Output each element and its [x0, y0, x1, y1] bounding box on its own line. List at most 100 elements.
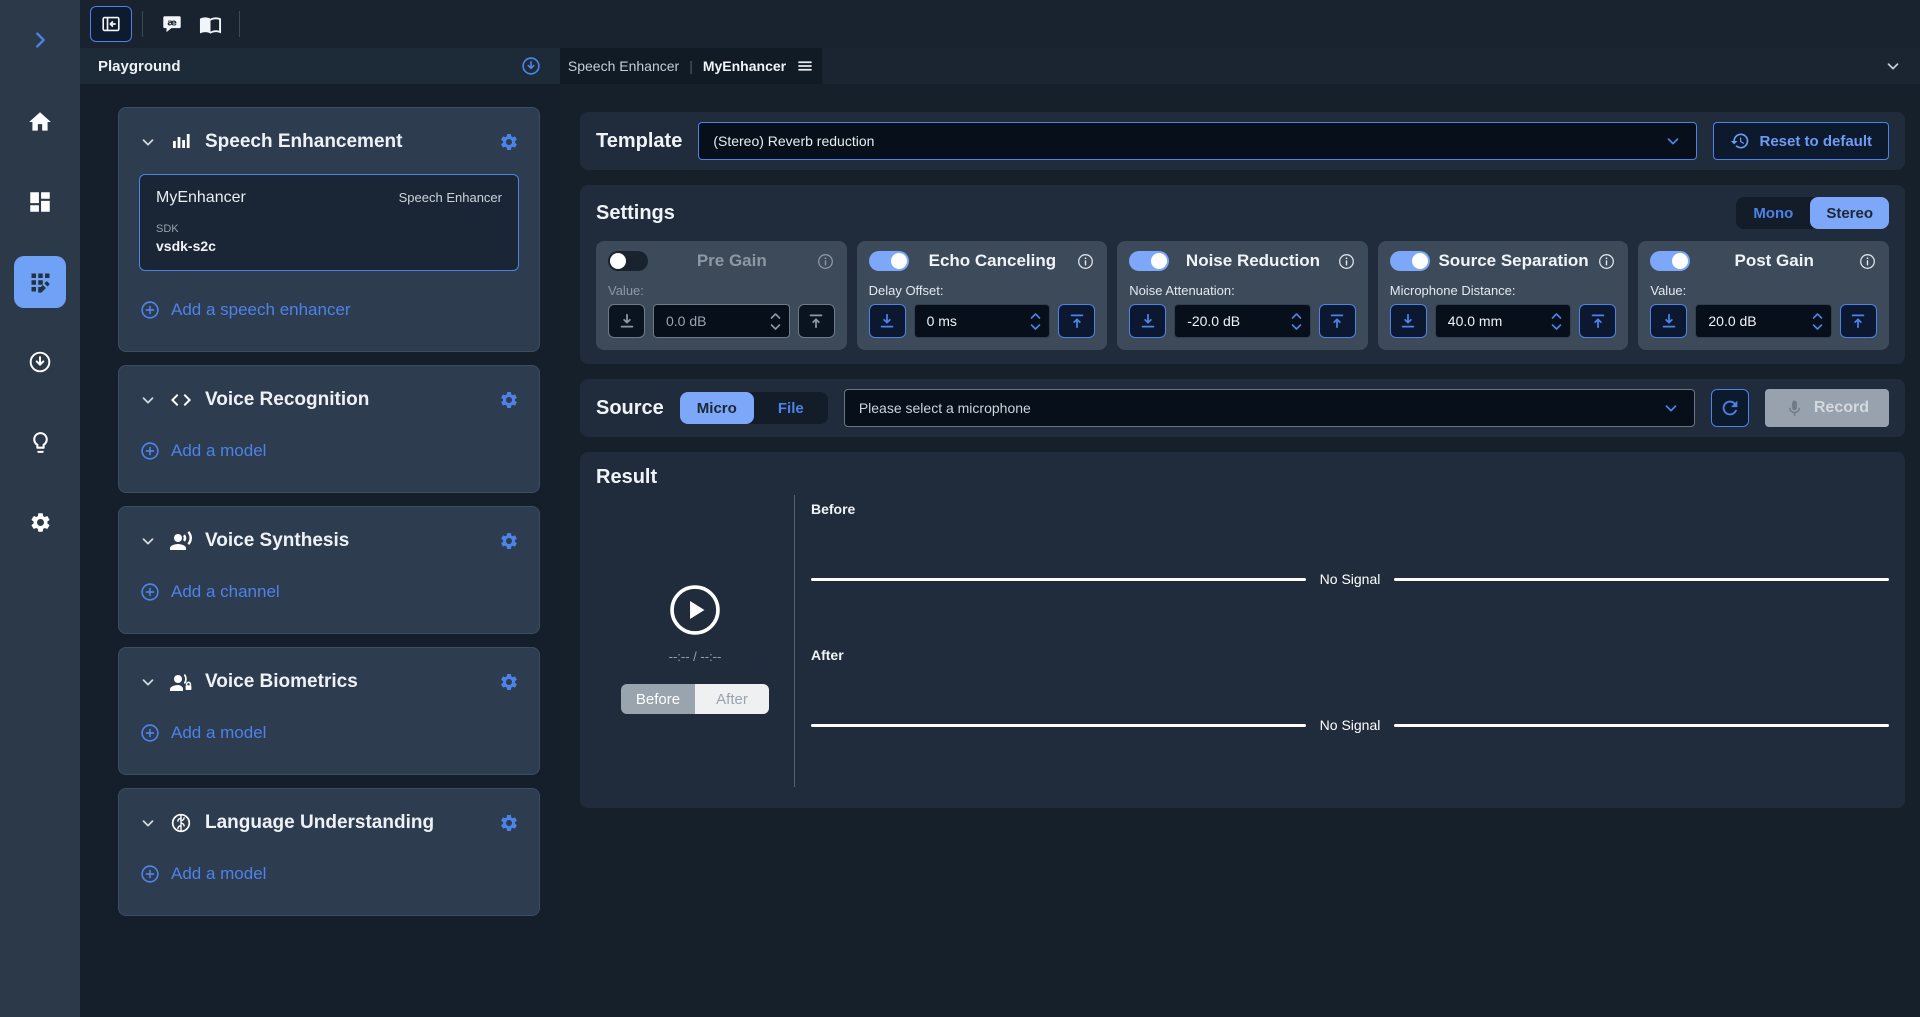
playback-time: --:-- / --:--	[669, 649, 722, 664]
record-button[interactable]: Record	[1765, 389, 1889, 427]
source-heading: Source	[596, 397, 664, 420]
load-value-button[interactable]	[608, 304, 645, 338]
collapse-section-icon[interactable]	[139, 673, 157, 691]
add-model-link[interactable]: Add a model	[139, 440, 519, 462]
value-input[interactable]: -20.0 dB	[1174, 304, 1311, 338]
load-value-button[interactable]	[1129, 304, 1166, 338]
rail-item-playground[interactable]	[0, 242, 80, 322]
value-input[interactable]: 0.0 dB	[653, 304, 790, 338]
echo-canceling-toggle[interactable]	[869, 251, 909, 271]
value-input[interactable]: 0 ms	[914, 304, 1051, 338]
toggle-knob	[891, 253, 907, 269]
increment-icon[interactable]	[1811, 311, 1824, 320]
info-icon[interactable]	[816, 252, 835, 271]
model-card-myenhancer[interactable]: MyEnhancer Speech Enhancer SDK vsdk-s2c	[139, 174, 519, 271]
collapse-panel-button[interactable]	[1884, 57, 1902, 75]
add-speech-enhancer-link[interactable]: Add a speech enhancer	[139, 299, 519, 321]
phonetics-button[interactable]	[153, 7, 191, 41]
collapse-section-icon[interactable]	[139, 814, 157, 832]
decrement-icon[interactable]	[1811, 323, 1824, 332]
upload-icon	[1588, 311, 1608, 331]
upload-icon	[806, 311, 826, 331]
rail-item-ideas[interactable]	[0, 402, 80, 482]
microphone-select[interactable]: Please select a microphone	[844, 389, 1695, 427]
tab-myenhancer[interactable]: Speech Enhancer | MyEnhancer	[560, 48, 822, 84]
gear-icon[interactable]	[499, 813, 519, 833]
save-value-button[interactable]	[798, 304, 835, 338]
file-button[interactable]: File	[754, 392, 828, 424]
collapse-section-icon[interactable]	[139, 391, 157, 409]
micro-button[interactable]: Micro	[680, 392, 754, 424]
save-value-button[interactable]	[1840, 304, 1877, 338]
section-title: Voice Biometrics	[205, 671, 487, 693]
after-button[interactable]: After	[695, 684, 769, 714]
gear-icon[interactable]	[499, 672, 519, 692]
decrement-icon[interactable]	[769, 323, 782, 332]
add-model-link[interactable]: Add a model	[139, 863, 519, 885]
rail-item-home[interactable]	[0, 82, 80, 162]
expand-rail-button[interactable]	[29, 22, 51, 58]
export-button[interactable]	[520, 55, 542, 77]
info-icon[interactable]	[1597, 252, 1616, 271]
increment-icon[interactable]	[769, 311, 782, 320]
info-icon[interactable]	[1076, 252, 1095, 271]
info-icon[interactable]	[1337, 252, 1356, 271]
source-separation-toggle[interactable]	[1390, 251, 1430, 271]
setting-title: Noise Reduction	[1169, 251, 1337, 271]
save-value-button[interactable]	[1319, 304, 1356, 338]
load-value-button[interactable]	[1650, 304, 1687, 338]
post-gain-toggle[interactable]	[1650, 251, 1690, 271]
increment-icon[interactable]	[1290, 311, 1303, 320]
hamburger-icon[interactable]	[796, 57, 814, 75]
play-button[interactable]	[668, 583, 722, 637]
gear-icon[interactable]	[499, 132, 519, 152]
decrement-icon[interactable]	[1290, 323, 1303, 332]
noise-reduction-toggle[interactable]	[1129, 251, 1169, 271]
value-input[interactable]: 40.0 mm	[1435, 304, 1572, 338]
refresh-devices-button[interactable]	[1711, 389, 1749, 427]
rail-item-downloads[interactable]	[0, 322, 80, 402]
compare-segmented: Before After	[621, 684, 769, 714]
toggle-sidebar-button[interactable]	[90, 6, 132, 42]
settings-panel: Settings Mono Stereo Pre Gain	[580, 185, 1905, 364]
increment-icon[interactable]	[1550, 311, 1563, 320]
reset-to-default-button[interactable]: Reset to default	[1713, 122, 1889, 160]
pre-gain-toggle[interactable]	[608, 251, 648, 271]
add-link-label: Add a model	[171, 441, 266, 461]
template-selected-value: (Stereo) Reverb reduction	[713, 133, 874, 149]
documentation-button[interactable]	[191, 7, 229, 41]
load-value-button[interactable]	[1390, 304, 1427, 338]
settings-cards: Pre Gain Value: 0.0 dB	[596, 241, 1889, 350]
save-value-button[interactable]	[1058, 304, 1095, 338]
collapse-section-icon[interactable]	[139, 133, 157, 151]
record-label: Record	[1814, 399, 1869, 417]
add-model-link[interactable]: Add a model	[139, 722, 519, 744]
toggle-knob	[610, 253, 626, 269]
download-icon	[1398, 311, 1418, 331]
decrement-icon[interactable]	[1550, 323, 1563, 332]
circle-download-icon	[520, 55, 542, 77]
add-channel-link[interactable]: Add a channel	[139, 581, 519, 603]
plus-circle-icon	[139, 440, 161, 462]
mono-button[interactable]: Mono	[1736, 197, 1810, 229]
plus-circle-icon	[139, 863, 161, 885]
load-value-button[interactable]	[869, 304, 906, 338]
increment-icon[interactable]	[1029, 311, 1042, 320]
section-voice-synthesis: Voice Synthesis Add a channel	[118, 506, 540, 634]
download-icon	[1659, 311, 1679, 331]
value-input[interactable]: 20.0 dB	[1695, 304, 1832, 338]
before-button[interactable]: Before	[621, 684, 695, 714]
decrement-icon[interactable]	[1029, 323, 1042, 332]
gear-icon[interactable]	[499, 390, 519, 410]
stereo-button[interactable]: Stereo	[1810, 197, 1889, 229]
collapse-section-icon[interactable]	[139, 532, 157, 550]
no-signal-text: No Signal	[1320, 717, 1381, 733]
template-select[interactable]: (Stereo) Reverb reduction	[698, 122, 1697, 160]
gear-icon[interactable]	[499, 531, 519, 551]
save-value-button[interactable]	[1579, 304, 1616, 338]
info-icon[interactable]	[1858, 252, 1877, 271]
rail-item-dashboard[interactable]	[0, 162, 80, 242]
rail-item-settings[interactable]	[0, 482, 80, 562]
setting-title: Pre Gain	[648, 251, 816, 271]
no-signal-text: No Signal	[1320, 571, 1381, 587]
